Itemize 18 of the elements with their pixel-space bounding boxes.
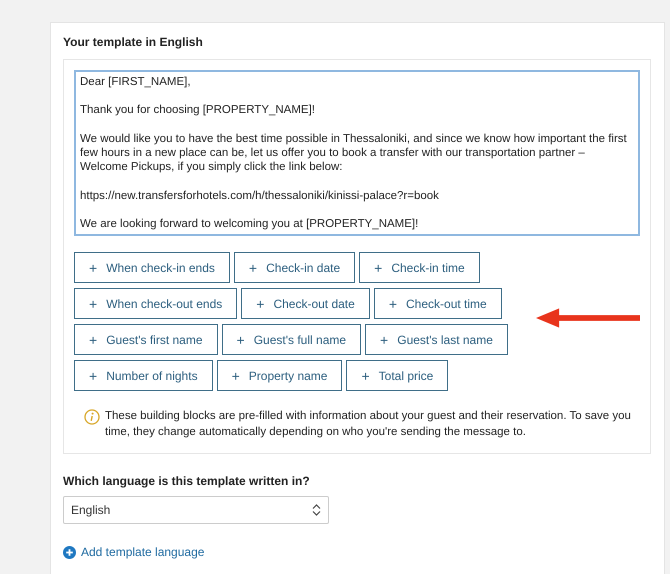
insert-block-button[interactable]: + When check-in ends	[74, 252, 230, 284]
insert-block-button[interactable]: + Guest's first name	[74, 324, 218, 356]
message-field[interactable]: Dear [FIRST_NAME], Thank you for choosing [PROPERTY_NAME]! We would like you to have the best time possible in Thessaloniki, and since we know how important the first few hours in a new place can be, let us offer you to book a transfer with our transportation partner – Welcome Pickups, if you simply click the link below: https://new.transfersforhotels.com/h/thessaloniki/kinissi-palace?r=book We are looking forward to welcoming you at [PROPERTY_NAME]!	[74, 70, 640, 236]
insert-block-button[interactable]: + Guest's full name	[222, 324, 362, 356]
insert-block-button[interactable]: + Total price	[346, 360, 448, 392]
info-text: These building blocks are pre-filled with information about your guest and their reservation. To save you time, they change automatically depending on who you're sending the message to.	[105, 409, 632, 440]
insert-block-button[interactable]: + When check-out ends	[74, 288, 238, 320]
insert-block-button[interactable]: + Check-out date	[241, 288, 370, 320]
section-title: Your template in English	[63, 35, 204, 49]
insert-block-button[interactable]: + Number of nights	[74, 360, 213, 392]
add-language-link[interactable]: Add template language	[81, 545, 204, 560]
insert-block-button[interactable]: + Property name	[216, 360, 342, 392]
language-label: Which language is this template written in?	[63, 474, 311, 488]
insert-block-button[interactable]: + Check-in date	[234, 252, 356, 284]
insert-block-button[interactable]: + Check-out time	[374, 288, 502, 320]
language-select[interactable]: English	[63, 496, 329, 524]
insert-block-button[interactable]: + Guest's last name	[365, 324, 508, 356]
insert-block-button[interactable]: + Check-in time	[359, 252, 480, 284]
